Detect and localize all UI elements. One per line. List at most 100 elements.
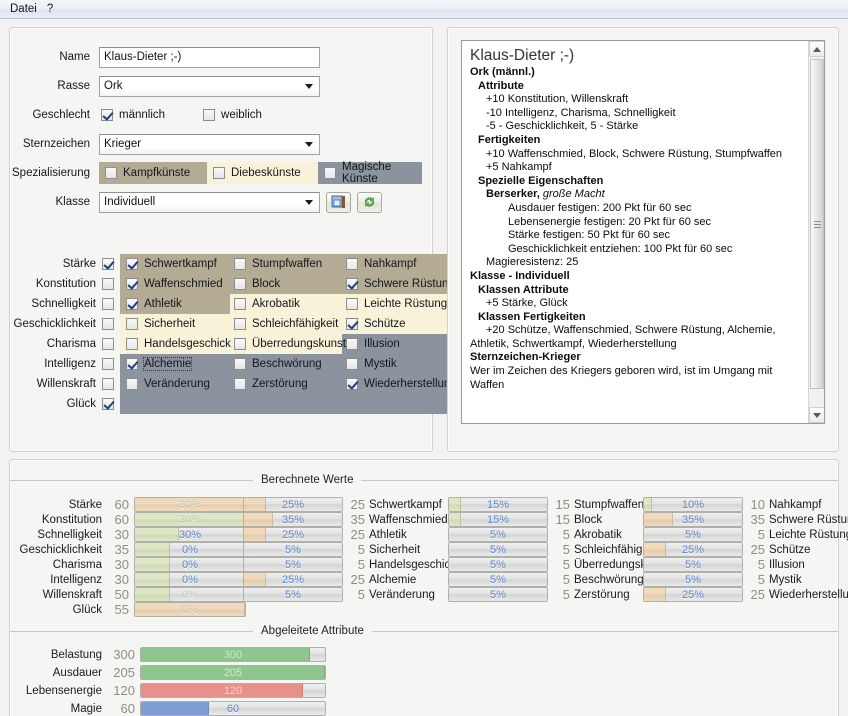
progress-bar[interactable]: 0% <box>134 557 246 572</box>
progress-bar[interactable]: 5% <box>643 557 743 572</box>
skill-handelsgeschick[interactable]: Handelsgeschick <box>126 334 231 354</box>
progress-bar[interactable]: 5% <box>643 572 743 587</box>
progress-bar[interactable]: 5% <box>448 557 548 572</box>
checkbox-wiederherstellung-icon[interactable] <box>346 378 358 390</box>
attr-glueck[interactable]: Glück <box>18 394 114 414</box>
skill-nahkampf[interactable]: Nahkampf <box>346 254 416 274</box>
skill-block[interactable]: Block <box>234 274 280 294</box>
checkbox-stumpfwaffen-icon[interactable] <box>234 258 246 270</box>
checkbox-schleichfaehigkeit-icon[interactable] <box>234 318 246 330</box>
progress-bar[interactable]: 10% <box>643 497 743 512</box>
scroll-up-button[interactable] <box>809 41 824 57</box>
skill-waffenschmied[interactable]: Waffenschmied <box>126 274 223 294</box>
progress-bar[interactable]: 35% <box>243 512 343 527</box>
progress-bar[interactable]: 25% <box>243 527 343 542</box>
checkbox-willenskraft-icon[interactable] <box>102 378 114 390</box>
skill-illusion[interactable]: Illusion <box>346 334 400 354</box>
progress-bar[interactable]: 300 <box>140 647 326 662</box>
progress-bar[interactable]: 30% <box>134 497 246 512</box>
checkbox-handelsgeschick-icon[interactable] <box>126 338 138 350</box>
skill-schuetze[interactable]: Schütze <box>346 314 406 334</box>
spec-option-magische-kuenste[interactable]: Magische Künste <box>318 161 422 185</box>
skill-beschwoerung[interactable]: Beschwörung <box>234 354 322 374</box>
checkbox-konstitution-icon[interactable] <box>102 278 114 290</box>
skill-athletik[interactable]: Athletik <box>126 294 182 314</box>
skill-sicherheit[interactable]: Sicherheit <box>126 314 195 334</box>
attr-intelligenz[interactable]: Intelligenz <box>18 354 114 374</box>
checkbox-schwere-ruestung-icon[interactable] <box>346 278 358 290</box>
attr-konstitution[interactable]: Konstitution <box>18 274 114 294</box>
skill-schwere-ruestung[interactable]: Schwere Rüstung <box>346 274 455 294</box>
name-input[interactable] <box>99 46 320 68</box>
checkbox-male-icon[interactable] <box>101 109 113 121</box>
description-scrollbar[interactable] <box>808 41 824 423</box>
skill-schwertkampf[interactable]: Schwertkampf <box>126 254 217 274</box>
scroll-down-button[interactable] <box>809 407 824 423</box>
progress-bar[interactable]: 15% <box>448 497 548 512</box>
skill-leichte-ruestung[interactable]: Leichte Rüstung <box>346 294 447 314</box>
description-box[interactable]: Klaus-Dieter ;-) Ork (männl.) Attribute +10… <box>461 40 825 424</box>
checkbox-block-icon[interactable] <box>234 278 246 290</box>
progress-bar[interactable]: 30% <box>134 512 246 527</box>
progress-bar[interactable]: 5% <box>448 527 548 542</box>
menu-help[interactable]: ? <box>44 2 60 17</box>
checkbox-kampfkuenste-icon[interactable] <box>105 167 117 179</box>
progress-bar[interactable]: 60 <box>140 701 326 716</box>
checkbox-nahkampf-icon[interactable] <box>346 258 358 270</box>
checkbox-intelligenz-icon[interactable] <box>102 358 114 370</box>
checkbox-charisma-icon[interactable] <box>102 338 114 350</box>
progress-bar[interactable]: 0% <box>134 542 246 557</box>
skill-wiederherstellung[interactable]: Wiederherstellung <box>346 374 457 394</box>
checkbox-sicherheit-icon[interactable] <box>126 318 138 330</box>
skill-akrobatik[interactable]: Akrobatik <box>234 294 300 314</box>
progress-bar[interactable]: 25% <box>643 542 743 557</box>
progress-bar[interactable]: 25% <box>243 497 343 512</box>
refresh-class-button[interactable] <box>357 191 382 213</box>
checkbox-zerstoerung-icon[interactable] <box>234 378 246 390</box>
progress-bar[interactable]: 25% <box>243 572 343 587</box>
progress-bar[interactable]: 5% <box>448 587 548 602</box>
checkbox-illusion-icon[interactable] <box>346 338 358 350</box>
checkbox-glueck-icon[interactable] <box>102 398 114 410</box>
scrollbar-thumb[interactable] <box>810 59 824 389</box>
attr-geschicklichkeit[interactable]: Geschicklichkeit <box>14 314 114 334</box>
skill-schleichfaehigkeit[interactable]: Schleichfähigkeit <box>234 314 338 334</box>
checkbox-geschicklichkeit-icon[interactable] <box>102 318 114 330</box>
progress-bar[interactable]: 0% <box>134 572 246 587</box>
skill-stumpfwaffen[interactable]: Stumpfwaffen <box>234 254 322 274</box>
skill-alchemie[interactable]: Alchemie <box>126 354 193 374</box>
menu-datei[interactable]: Datei <box>7 2 44 17</box>
checkbox-athletik-icon[interactable] <box>126 298 138 310</box>
gender-option-male[interactable]: männlich <box>101 109 165 121</box>
checkbox-ueberredungskunst-icon[interactable] <box>234 338 246 350</box>
progress-bar[interactable]: 0% <box>134 602 246 617</box>
progress-bar[interactable]: 0% <box>134 587 246 602</box>
klasse-select[interactable]: Individuell <box>99 191 320 213</box>
checkbox-schuetze-icon[interactable] <box>346 318 358 330</box>
sternzeichen-select[interactable]: Krieger <box>99 133 320 155</box>
progress-bar[interactable]: 5% <box>448 572 548 587</box>
attr-charisma[interactable]: Charisma <box>18 334 114 354</box>
gender-option-female[interactable]: weiblich <box>203 109 262 121</box>
spec-option-diebeskuenste[interactable]: Diebeskünste <box>207 162 318 184</box>
checkbox-waffenschmied-icon[interactable] <box>126 278 138 290</box>
checkbox-schwertkampf-icon[interactable] <box>126 258 138 270</box>
spec-option-kampfkuenste[interactable]: Kampfkünste <box>99 162 207 184</box>
checkbox-magische-kuenste-icon[interactable] <box>324 167 336 179</box>
progress-bar[interactable]: 30% <box>134 527 246 542</box>
progress-bar[interactable]: 5% <box>643 527 743 542</box>
checkbox-staerke-icon[interactable] <box>102 258 114 270</box>
progress-bar[interactable]: 5% <box>243 542 343 557</box>
progress-bar[interactable]: 35% <box>643 512 743 527</box>
save-class-button[interactable] <box>326 191 351 213</box>
checkbox-akrobatik-icon[interactable] <box>234 298 246 310</box>
progress-bar[interactable]: 120 <box>140 683 326 698</box>
checkbox-leichte-ruestung-icon[interactable] <box>346 298 358 310</box>
checkbox-schnelligkeit-icon[interactable] <box>102 298 114 310</box>
checkbox-alchemie-icon[interactable] <box>126 358 138 370</box>
progress-bar[interactable]: 205 <box>140 665 326 680</box>
checkbox-mystik-icon[interactable] <box>346 358 358 370</box>
rasse-select[interactable]: Ork <box>99 75 320 97</box>
skill-veraenderung[interactable]: Veränderung <box>126 374 210 394</box>
attr-staerke[interactable]: Stärke <box>18 254 114 274</box>
